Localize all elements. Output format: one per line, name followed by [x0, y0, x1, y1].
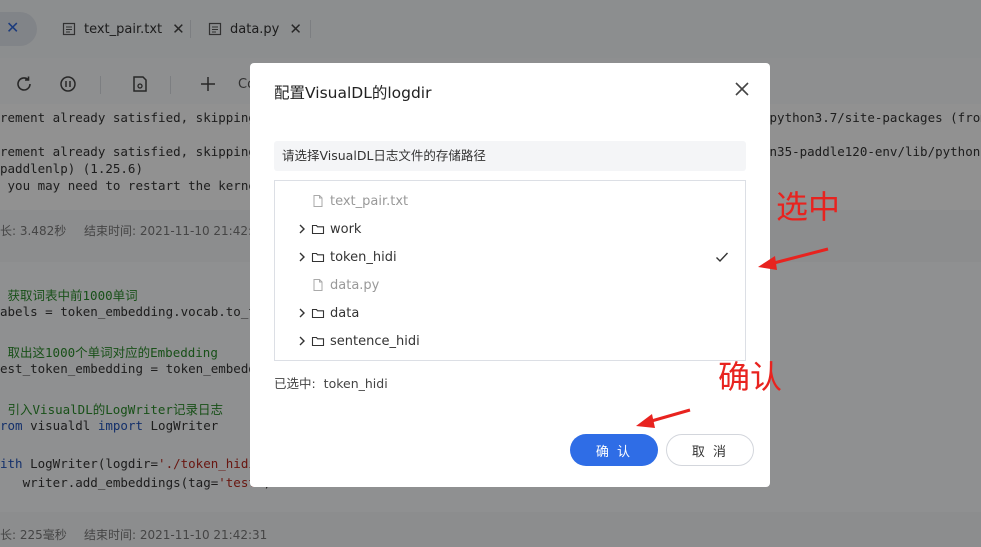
selected-path: 已选中: token_hidi — [274, 373, 388, 392]
selected-prefix: 已选中: — [274, 376, 316, 391]
selected-value: token_hidi — [323, 376, 388, 391]
chevron-right-icon[interactable] — [295, 250, 309, 264]
logdir-dialog: 配置VisualDL的logdir 请选择VisualDL日志文件的存储路径 t… — [250, 63, 770, 487]
file-icon — [313, 279, 323, 291]
chevron-right-icon[interactable] — [295, 222, 309, 236]
tree-item-token-hidi[interactable]: token_hidi — [275, 243, 745, 271]
chevron-right-icon[interactable] — [295, 306, 309, 320]
tree-item-label: sentence_hidi — [330, 333, 420, 349]
checkmark-icon — [716, 252, 729, 263]
close-icon[interactable] — [732, 79, 752, 99]
dialog-description: 请选择VisualDL日志文件的存储路径 — [274, 141, 746, 171]
folder-icon — [311, 308, 325, 319]
folder-icon — [311, 224, 325, 235]
tree-item-data-py[interactable]: data.py — [275, 271, 745, 299]
cancel-button[interactable]: 取 消 — [666, 434, 754, 466]
tree-item-data[interactable]: data — [275, 299, 745, 327]
tree-item-label: work — [330, 221, 362, 237]
tree-item-label: data.py — [330, 277, 380, 293]
tree-item-label: data — [330, 305, 360, 321]
tree-item-label: text_pair.txt — [330, 193, 409, 209]
tree-item-label: token_hidi — [330, 249, 397, 265]
dialog-title: 配置VisualDL的logdir — [274, 84, 432, 102]
tree-item-sentence-hidi[interactable]: sentence_hidi — [275, 327, 745, 355]
chevron-right-icon[interactable] — [295, 334, 309, 348]
tree-item-text-pair[interactable]: text_pair.txt — [275, 187, 745, 215]
folder-icon — [311, 252, 325, 263]
folder-icon — [311, 336, 325, 347]
annotation-select-label: 选中 — [776, 188, 841, 226]
directory-tree: text_pair.txt work token_hidi data.py da… — [274, 180, 746, 361]
annotation-confirm-label: 确认 — [718, 358, 783, 396]
confirm-button[interactable]: 确 认 — [570, 434, 658, 466]
file-icon — [313, 195, 323, 207]
tree-item-work[interactable]: work — [275, 215, 745, 243]
